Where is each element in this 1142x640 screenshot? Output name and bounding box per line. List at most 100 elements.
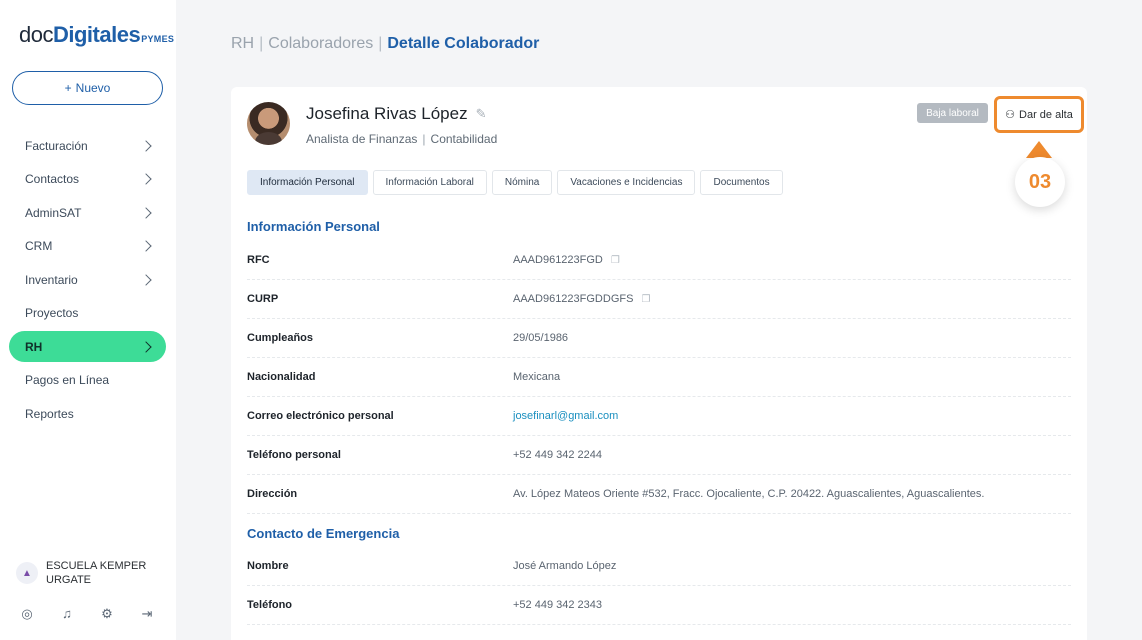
detail-label: CURP [247, 293, 279, 305]
detail-label: Nombre [247, 560, 289, 572]
sidebar-item-label: RH [25, 339, 43, 354]
chevron-right-icon [140, 340, 152, 353]
detail-value: Mexicana [513, 371, 561, 383]
detail-value: Av. López Mateos Oriente #532, Fracc. Oj… [513, 488, 985, 500]
sidebar-item-rh[interactable]: RH [9, 331, 166, 362]
breadcrumb: RH | Colaboradores | Detalle Colaborador [231, 35, 539, 53]
sidebar-item-label: Inventario [25, 272, 78, 287]
plus-icon: + [64, 81, 72, 95]
detail-label: RFC [247, 254, 270, 266]
detail-value: +52 449 342 2244 [513, 449, 603, 461]
logout-icon[interactable]: ⇥ [141, 606, 153, 622]
subtitle-separator: | [422, 132, 426, 146]
detail-value: +52 449 342 2343 [513, 599, 603, 611]
tab-vacaciones-incidencias[interactable]: Vacaciones e Incidencias [557, 170, 696, 195]
dar-de-alta-button[interactable]: ⚇ Dar de alta [994, 96, 1084, 133]
tab-nomina[interactable]: Nómina [491, 170, 553, 195]
detail-row-correo: Correo electrónico personal josefinarl@g… [247, 397, 1071, 436]
sidebar-item-inventario[interactable]: Inventario [9, 264, 166, 295]
avatar [247, 102, 290, 145]
sidebar-bottom-icons: ◎ ♫ ⚙ ⇥ [21, 606, 153, 622]
bell-icon[interactable]: ♫ [61, 606, 73, 622]
logo-part-pymes: PYMES [141, 34, 175, 44]
company-name: ESCUELA KEMPER URGATE [46, 560, 147, 586]
sidebar-item-label: AdminSAT [25, 205, 82, 220]
detail-value: AAAD961223FGD ❐ [513, 254, 620, 266]
breadcrumb-separator: | [378, 35, 383, 52]
logo-part-doc: doc [19, 22, 53, 47]
user-circle-icon[interactable]: ◎ [21, 606, 33, 622]
tab-documentos[interactable]: Documentos [700, 170, 783, 195]
sidebar: docDigitalesPYMES + Nuevo Facturación Co… [0, 0, 176, 640]
chevron-right-icon [140, 173, 152, 185]
employee-department: Contabilidad [430, 132, 498, 146]
detail-label: Teléfono [247, 599, 293, 611]
sidebar-item-contactos[interactable]: Contactos [9, 164, 166, 195]
tab-informacion-personal[interactable]: Información Personal [247, 170, 368, 195]
detail-label: Dirección [247, 488, 298, 500]
chevron-right-icon [140, 240, 152, 252]
tabs: Información Personal Información Laboral… [247, 170, 783, 195]
detail-label: Teléfono personal [247, 449, 341, 461]
employee-name: Josefina Rivas López [306, 104, 468, 123]
employee-detail-card: Josefina Rivas López ✎ Analista de Finan… [231, 87, 1087, 640]
copy-icon[interactable]: ❐ [611, 255, 620, 266]
rfc-value: AAAD961223FGD [513, 254, 603, 266]
sidebar-item-reportes[interactable]: Reportes [9, 398, 166, 429]
pencil-icon[interactable]: ✎ [476, 106, 487, 122]
company-logo-icon: ▲ [16, 562, 38, 584]
detail-label: Nacionalidad [247, 371, 316, 383]
sidebar-item-proyectos[interactable]: Proyectos [9, 298, 166, 329]
detail-row-emergency-nombre: Nombre José Armando López [247, 547, 1071, 586]
app-logo[interactable]: docDigitalesPYMES [19, 22, 174, 48]
sidebar-item-label: Reportes [25, 406, 74, 421]
detail-row-direccion: Dirección Av. López Mateos Oriente #532,… [247, 475, 1071, 514]
chevron-right-icon [140, 139, 152, 152]
sidebar-item-label: Proyectos [25, 306, 79, 320]
sidebar-item-crm[interactable]: CRM [9, 231, 166, 262]
chevron-right-icon [140, 206, 152, 219]
detail-row-curp: CURP AAAD961223FGDDGFS ❐ [247, 280, 1071, 319]
step-marker-arrow [1026, 141, 1052, 158]
sidebar-item-label: CRM [25, 239, 53, 253]
sidebar-nav: Facturación Contactos AdminSAT CRM Inven… [9, 130, 166, 432]
step-marker: 03 [1015, 157, 1065, 207]
email-link[interactable]: josefinarl@gmail.com [513, 410, 618, 422]
detail-label: Cumpleaños [247, 332, 314, 344]
breadcrumb-current: Detalle Colaborador [387, 35, 540, 52]
baja-laboral-badge[interactable]: Baja laboral [917, 103, 988, 123]
detail-row-rfc: RFC AAAD961223FGD ❐ [247, 241, 1071, 280]
company-switcher[interactable]: ▲ ESCUELA KEMPER URGATE [16, 559, 156, 587]
section-title-personal: Información Personal [247, 219, 380, 234]
gear-icon[interactable]: ⚙ [101, 606, 113, 622]
chevron-right-icon [140, 273, 152, 286]
breadcrumb-separator: | [259, 35, 264, 52]
new-button-label: Nuevo [75, 81, 111, 95]
detail-row-nacionalidad: Nacionalidad Mexicana [247, 358, 1071, 397]
copy-icon[interactable]: ❐ [641, 294, 650, 305]
user-add-icon: ⚇ [1005, 109, 1016, 121]
detail-row-cumpleanos: Cumpleaños 29/05/1986 [247, 319, 1071, 358]
section-title-emergency: Contacto de Emergencia [247, 526, 400, 541]
sidebar-item-label: Facturación [25, 138, 88, 153]
new-button[interactable]: + Nuevo [12, 71, 163, 105]
detail-row-telefono: Teléfono personal +52 449 342 2244 [247, 436, 1071, 475]
sidebar-item-label: Contactos [25, 172, 80, 186]
detail-row-emergency-telefono: Teléfono +52 449 342 2343 [247, 586, 1071, 625]
sidebar-item-adminsat[interactable]: AdminSAT [9, 197, 166, 228]
employee-name-row: Josefina Rivas López ✎ [306, 104, 487, 124]
breadcrumb-rh[interactable]: RH [231, 35, 254, 52]
employee-position: Analista de Finanzas [306, 132, 418, 146]
dar-de-alta-label: Dar de alta [1019, 108, 1073, 121]
sidebar-item-label: Pagos en Línea [25, 373, 110, 387]
logo-part-digitales: Digitales [52, 22, 141, 47]
detail-label: Correo electrónico personal [247, 410, 394, 422]
employee-subtitle: Analista de Finanzas | Contabilidad [306, 132, 497, 146]
sidebar-item-facturacion[interactable]: Facturación [9, 130, 166, 161]
detail-value: José Armando López [513, 560, 617, 572]
sidebar-item-pagos-en-linea[interactable]: Pagos en Línea [9, 365, 166, 396]
breadcrumb-colaboradores[interactable]: Colaboradores [268, 35, 373, 52]
tab-informacion-laboral[interactable]: Información Laboral [372, 170, 487, 195]
detail-value: 29/05/1986 [513, 332, 569, 344]
detail-value: AAAD961223FGDDGFS ❐ [513, 293, 650, 305]
